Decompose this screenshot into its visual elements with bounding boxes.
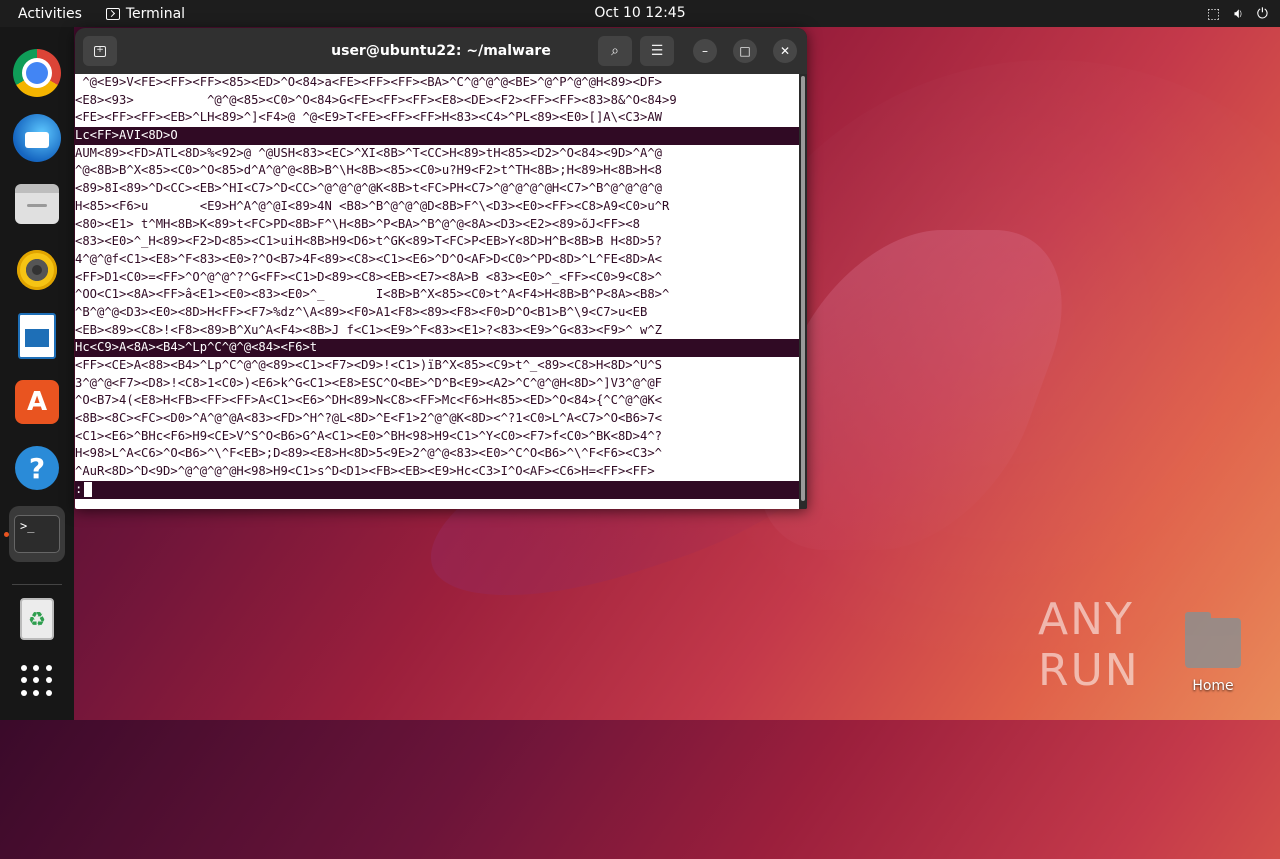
maximize-button[interactable]: □ [733, 39, 757, 63]
terminal-line: <83><E0>^_H<89><F2>D<85><C1>uiH<8B>H9<D6… [75, 234, 662, 249]
terminal-icon: >_ [14, 515, 60, 553]
terminal-line: 3^@^@<F7><D8>!<C8>1<C0>)<E6>k^G<C1><E8>E… [75, 375, 662, 390]
prompt-text: : [75, 481, 83, 496]
software-store-icon: A [15, 380, 59, 424]
show-applications-button[interactable] [9, 653, 65, 709]
activities-button[interactable]: Activities [0, 0, 100, 27]
terminal-line: ^O<B7>4(<E8>H<FB><FF><FF>A<C1><E6>^DH<89… [75, 393, 662, 408]
new-tab-button[interactable]: + [83, 36, 117, 66]
dock: A ? >_ ♻ [0, 27, 74, 720]
dock-item-files[interactable] [9, 176, 65, 232]
top-bar: Activities Terminal Oct 10 12:45 ⬚ 🔉︎ ⏻ [0, 0, 1280, 27]
terminal-line: H<85><F6>u <E9>H^A^@^@I<89>4N <B8>^B^@^@… [75, 198, 670, 213]
clock: Oct 10 12:45 [0, 0, 1280, 27]
minimize-button[interactable]: – [693, 39, 717, 63]
terminal-line: H<98>L^A<C6>^O<B6>^\^F<EB>;D<89><E8>H<8D… [75, 446, 662, 461]
terminal-output[interactable]: ^@<E9>V<FE><FF><FF><85><ED>^O<84>a<FE><F… [75, 74, 799, 509]
system-tray[interactable]: ⬚ 🔉︎ ⏻ [1207, 0, 1268, 27]
help-icon: ? [15, 446, 59, 490]
volume-icon: 🔉︎ [1234, 5, 1243, 22]
dock-item-help[interactable]: ? [9, 440, 65, 496]
home-folder-icon[interactable] [1185, 612, 1241, 668]
terminal-line: ^OO<C1><8A><FF>â<E1><E0><83><E0>^_ I<8B>… [75, 287, 670, 302]
dock-item-software[interactable]: A [9, 374, 65, 430]
terminal-line: <FF>D1<C0>=<FF>^O^@^@^?^G<FF><C1>D<89><C… [75, 269, 662, 284]
dock-item-trash[interactable]: ♻ [9, 591, 65, 647]
trash-icon: ♻ [20, 598, 54, 640]
terminal-line: <8B><8C><FC><D0>^A^@^@A<83><FD>^H^?@L<8D… [75, 411, 662, 426]
terminal-line: Hc<C9>A<8A><B4>^Lp^C^@^@<84><F6>t [75, 339, 799, 357]
terminal-window: + user@ubuntu22: ~/malware ⌕ ☰ – □ ✕ ^@<… [75, 28, 807, 509]
close-button[interactable]: ✕ [773, 39, 797, 63]
dock-item-thunderbird[interactable] [9, 110, 65, 166]
minimize-icon: – [702, 44, 708, 58]
terminal-line: AUM<89><FD>ATL<8D>%<92>@ ^@USH<83><EC>^X… [75, 145, 662, 160]
chrome-icon [13, 49, 61, 97]
window-title-text: user@ubuntu22: ~/malware [331, 43, 551, 59]
rhythmbox-icon [17, 250, 57, 290]
terminal-line: ^@<E9>V<FE><FF><FF><85><ED>^O<84>a<FE><F… [75, 75, 662, 89]
window-titlebar[interactable]: + user@ubuntu22: ~/malware ⌕ ☰ – □ ✕ [75, 28, 807, 74]
hamburger-menu-icon: ☰ [650, 43, 664, 59]
terminal-line: 4^@^@f<C1><E8>^F<83><E0>?^O<B7>4F<89><C8… [75, 251, 662, 266]
app-menu-label: Terminal [125, 5, 186, 22]
terminal-line: Lc<FF>AVI<8D>O [75, 127, 799, 145]
new-tab-icon: + [94, 45, 106, 57]
dock-item-writer[interactable] [9, 308, 65, 364]
terminal-line: ^B^@^@<D3><E0><8D>H<FF><F7>%dz^\A<89><F0… [75, 304, 648, 319]
terminal-line: <C1><E6>^BHc<F6>H9<CE>V^S^O<B6>G^A<C1><E… [75, 428, 662, 443]
search-button[interactable]: ⌕ [598, 36, 632, 66]
menu-button[interactable]: ☰ [640, 36, 674, 66]
maximize-icon: □ [739, 44, 751, 58]
scrollbar[interactable] [799, 74, 807, 509]
dock-item-terminal[interactable]: >_ [9, 506, 65, 562]
terminal-line: <80><E1> t^MH<8B>K<89>t<FC>PD<8B>F^\H<8B… [75, 216, 640, 231]
writer-icon [18, 313, 56, 359]
dock-item-chrome[interactable] [9, 45, 65, 101]
terminal-line: <FF><CE>A<88><B4>^Lp^C^@^@<89><C1><F7><D… [75, 358, 662, 372]
terminal-icon [105, 7, 120, 20]
files-icon [15, 184, 59, 224]
dock-item-rhythmbox[interactable] [9, 242, 65, 298]
app-grid-icon [21, 665, 53, 697]
dock-separator [12, 584, 62, 585]
terminal-line: <EB><89><C8>!<F8><89>B^Xu^A<F4><8B>J f<C… [75, 322, 662, 337]
terminal-line: <89>8I<89>^D<CC><EB>^HI<C7>^D<CC>^@^@^@^… [75, 181, 662, 196]
clock-label[interactable]: Oct 10 12:45 [594, 5, 685, 21]
terminal-line: <FE><FF><FF><EB>^LH<89>^]<F4>@ ^@<E9>T<F… [75, 110, 662, 125]
terminal-line: ^AuR<8D>^D<9D>^@^@^@^@H<98>H9<C1>s^D<D1>… [75, 464, 655, 479]
app-menu[interactable]: Terminal [100, 0, 191, 27]
power-icon: ⏻ [1256, 5, 1268, 22]
scrollbar-thumb[interactable] [801, 76, 805, 501]
text-cursor [84, 481, 93, 497]
network-icon: ⬚ [1206, 5, 1221, 22]
home-folder-label[interactable]: Home [1170, 678, 1256, 694]
terminal-line: <E8><93> ^@^@<85><C0>^O<84>G<FE><FF><FF>… [75, 92, 677, 107]
terminal-line: ^@<8B>B^X<85><C0>^O<85>d^A^@^@<8B>B^\H<8… [75, 163, 662, 178]
terminal-prompt[interactable]: : [75, 480, 799, 499]
thunderbird-icon [13, 114, 61, 162]
search-icon: ⌕ [611, 43, 619, 59]
close-icon: ✕ [779, 44, 791, 58]
